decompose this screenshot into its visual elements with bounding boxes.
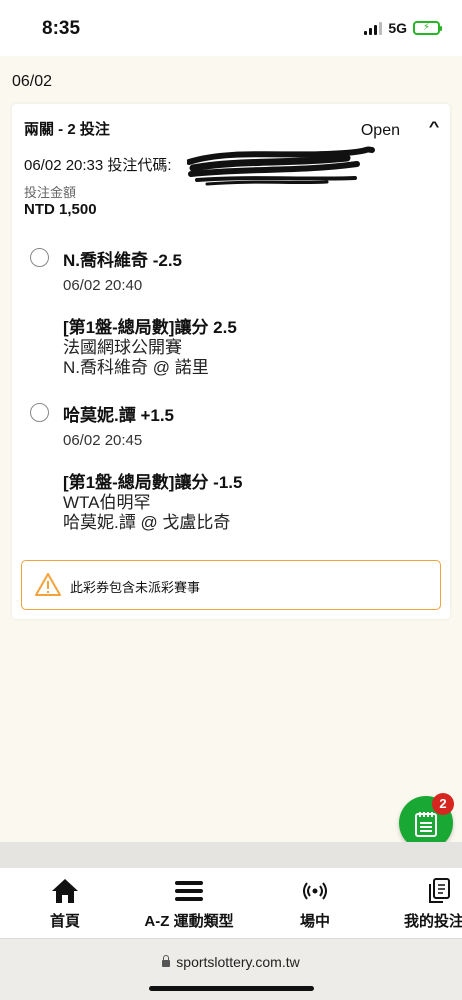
network-label: 5G (388, 20, 407, 36)
nav-live[interactable]: 場中 (292, 876, 338, 931)
selection-status-circle (30, 248, 49, 267)
battery-charging-icon: ⚡ (413, 21, 442, 35)
nav-sports-az[interactable]: A-Z 運動類型 (138, 876, 240, 931)
selection-name: N.喬科維奇 -2.5 (63, 251, 183, 270)
unsettled-warning: 此彩券包含未派彩賽事 (21, 560, 441, 610)
selection-match: 哈莫妮.譚 @ 戈盧比奇 (63, 513, 231, 532)
url-text: sportslottery.com.tw (176, 954, 300, 970)
bet-status: Open (360, 122, 400, 139)
redacted-scribble (187, 146, 375, 186)
betslip-icon (415, 812, 437, 837)
nav-home[interactable]: 首頁 (42, 876, 88, 931)
betslip-count-badge: 2 (432, 793, 454, 815)
selection-time: 06/02 20:45 (63, 432, 143, 449)
selection-item: N.喬科維奇 -2.5 06/02 20:40 [第1盤-總局數]讓分 2.5 … (30, 246, 430, 377)
browser-address-bar[interactable]: sportslottery.com.tw (0, 938, 462, 1000)
menu-icon (175, 881, 203, 901)
selection-time: 06/02 20:40 (63, 277, 143, 294)
home-icon (52, 879, 78, 903)
status-indicators: 5G ⚡ (364, 20, 442, 36)
selection-status-circle (30, 403, 49, 422)
bet-card: 兩關 - 2 投注 Open ^ 06/02 20:33 投注代碼: 投注金額 … (12, 104, 450, 619)
lock-icon (162, 954, 171, 967)
signal-icon (364, 21, 383, 35)
chevron-up-icon[interactable]: ^ (429, 118, 440, 134)
bet-time-and-code: 06/02 20:33 投注代碼: (24, 157, 172, 174)
nav-live-label: 場中 (299, 913, 330, 930)
nav-sports-az-label: A-Z 運動類型 (144, 913, 234, 930)
live-icon (303, 882, 327, 900)
divider-strip (0, 842, 462, 868)
selection-name: 哈莫妮.譚 +1.5 (63, 406, 175, 425)
status-bar: 8:35 5G ⚡ (0, 0, 462, 56)
date-heading: 06/02 (12, 73, 53, 90)
warning-text: 此彩券包含未派彩賽事 (70, 580, 201, 595)
url-display[interactable]: sportslottery.com.tw (0, 954, 462, 970)
nav-my-bets[interactable]: 我的投注 (404, 876, 462, 931)
amount-label: 投注金額 (24, 185, 77, 200)
copy-icon (429, 878, 450, 903)
nav-my-bets-label: 我的投注 (404, 913, 462, 930)
warning-icon (35, 573, 61, 596)
home-indicator[interactable] (149, 986, 314, 991)
selection-match: N.喬科維奇 @ 諾里 (63, 358, 209, 377)
bottom-nav: 首頁 A-Z 運動類型 場中 我的投注 (0, 868, 462, 938)
status-time: 8:35 (42, 18, 81, 39)
nav-home-label: 首頁 (49, 913, 80, 930)
selection-item: 哈莫妮.譚 +1.5 06/02 20:45 [第1盤-總局數]讓分 -1.5 … (30, 401, 430, 532)
amount-value: NTD 1,500 (24, 201, 97, 218)
bet-title: 兩關 - 2 投注 (24, 121, 110, 138)
